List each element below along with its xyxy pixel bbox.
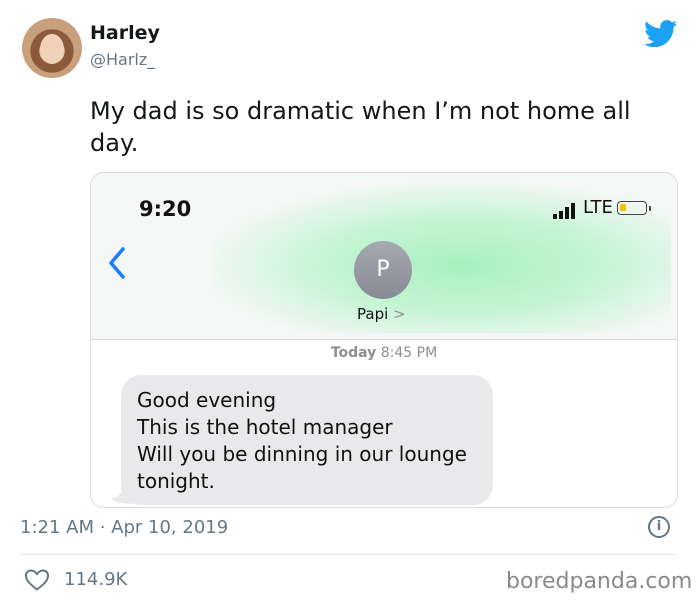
status-time: 9:20 (139, 197, 192, 221)
author-name[interactable]: Harley (90, 22, 160, 44)
battery-tip (649, 206, 651, 211)
tweet-text: My dad is so dramatic when I’m not home … (90, 95, 680, 159)
chevron-left-icon[interactable] (105, 245, 129, 281)
message-line: Good evening (137, 388, 277, 412)
tweet-text-line: day. (90, 129, 139, 157)
battery-icon (617, 201, 647, 215)
thread-day: Today (330, 345, 377, 361)
contact-avatar[interactable]: P (354, 241, 412, 299)
message-text: Good evening This is the hotel manager W… (137, 387, 493, 495)
watermark: boredpanda.com (506, 569, 693, 594)
message-line: This is the hotel manager (137, 415, 393, 439)
contact-name-label: Papi (357, 305, 389, 323)
message-line: tonight. (137, 469, 215, 493)
message-screenshot[interactable]: 9:20 LTE P Papi > Today 8:45 PM Good eve… (90, 172, 678, 508)
avatar-face (40, 34, 64, 64)
message-line: Will you be dinning in our lounge (137, 442, 467, 466)
info-icon[interactable]: i (648, 516, 670, 538)
divider (20, 554, 678, 555)
thread-time: 8:45 PM (380, 345, 438, 361)
network-label: LTE (583, 197, 613, 218)
heart-icon[interactable] (24, 568, 50, 592)
like-count: 114.9K (64, 569, 128, 590)
battery-level (620, 204, 626, 211)
chevron-right-icon: > (393, 305, 406, 323)
twitter-bird-icon[interactable] (644, 20, 678, 48)
tweet-text-line: My dad is so dramatic when I’m not home … (90, 97, 631, 125)
signal-bars-icon (553, 203, 575, 219)
contact-name[interactable]: Papi > (357, 305, 406, 323)
thread-timestamp: Today 8:45 PM (91, 345, 677, 361)
author-avatar[interactable] (22, 18, 82, 78)
author-handle[interactable]: @Harlz_ (90, 50, 155, 69)
tweet-timestamp[interactable]: 1:21 AM · Apr 10, 2019 (20, 517, 228, 538)
messages-header: 9:20 LTE P Papi > (91, 173, 677, 340)
